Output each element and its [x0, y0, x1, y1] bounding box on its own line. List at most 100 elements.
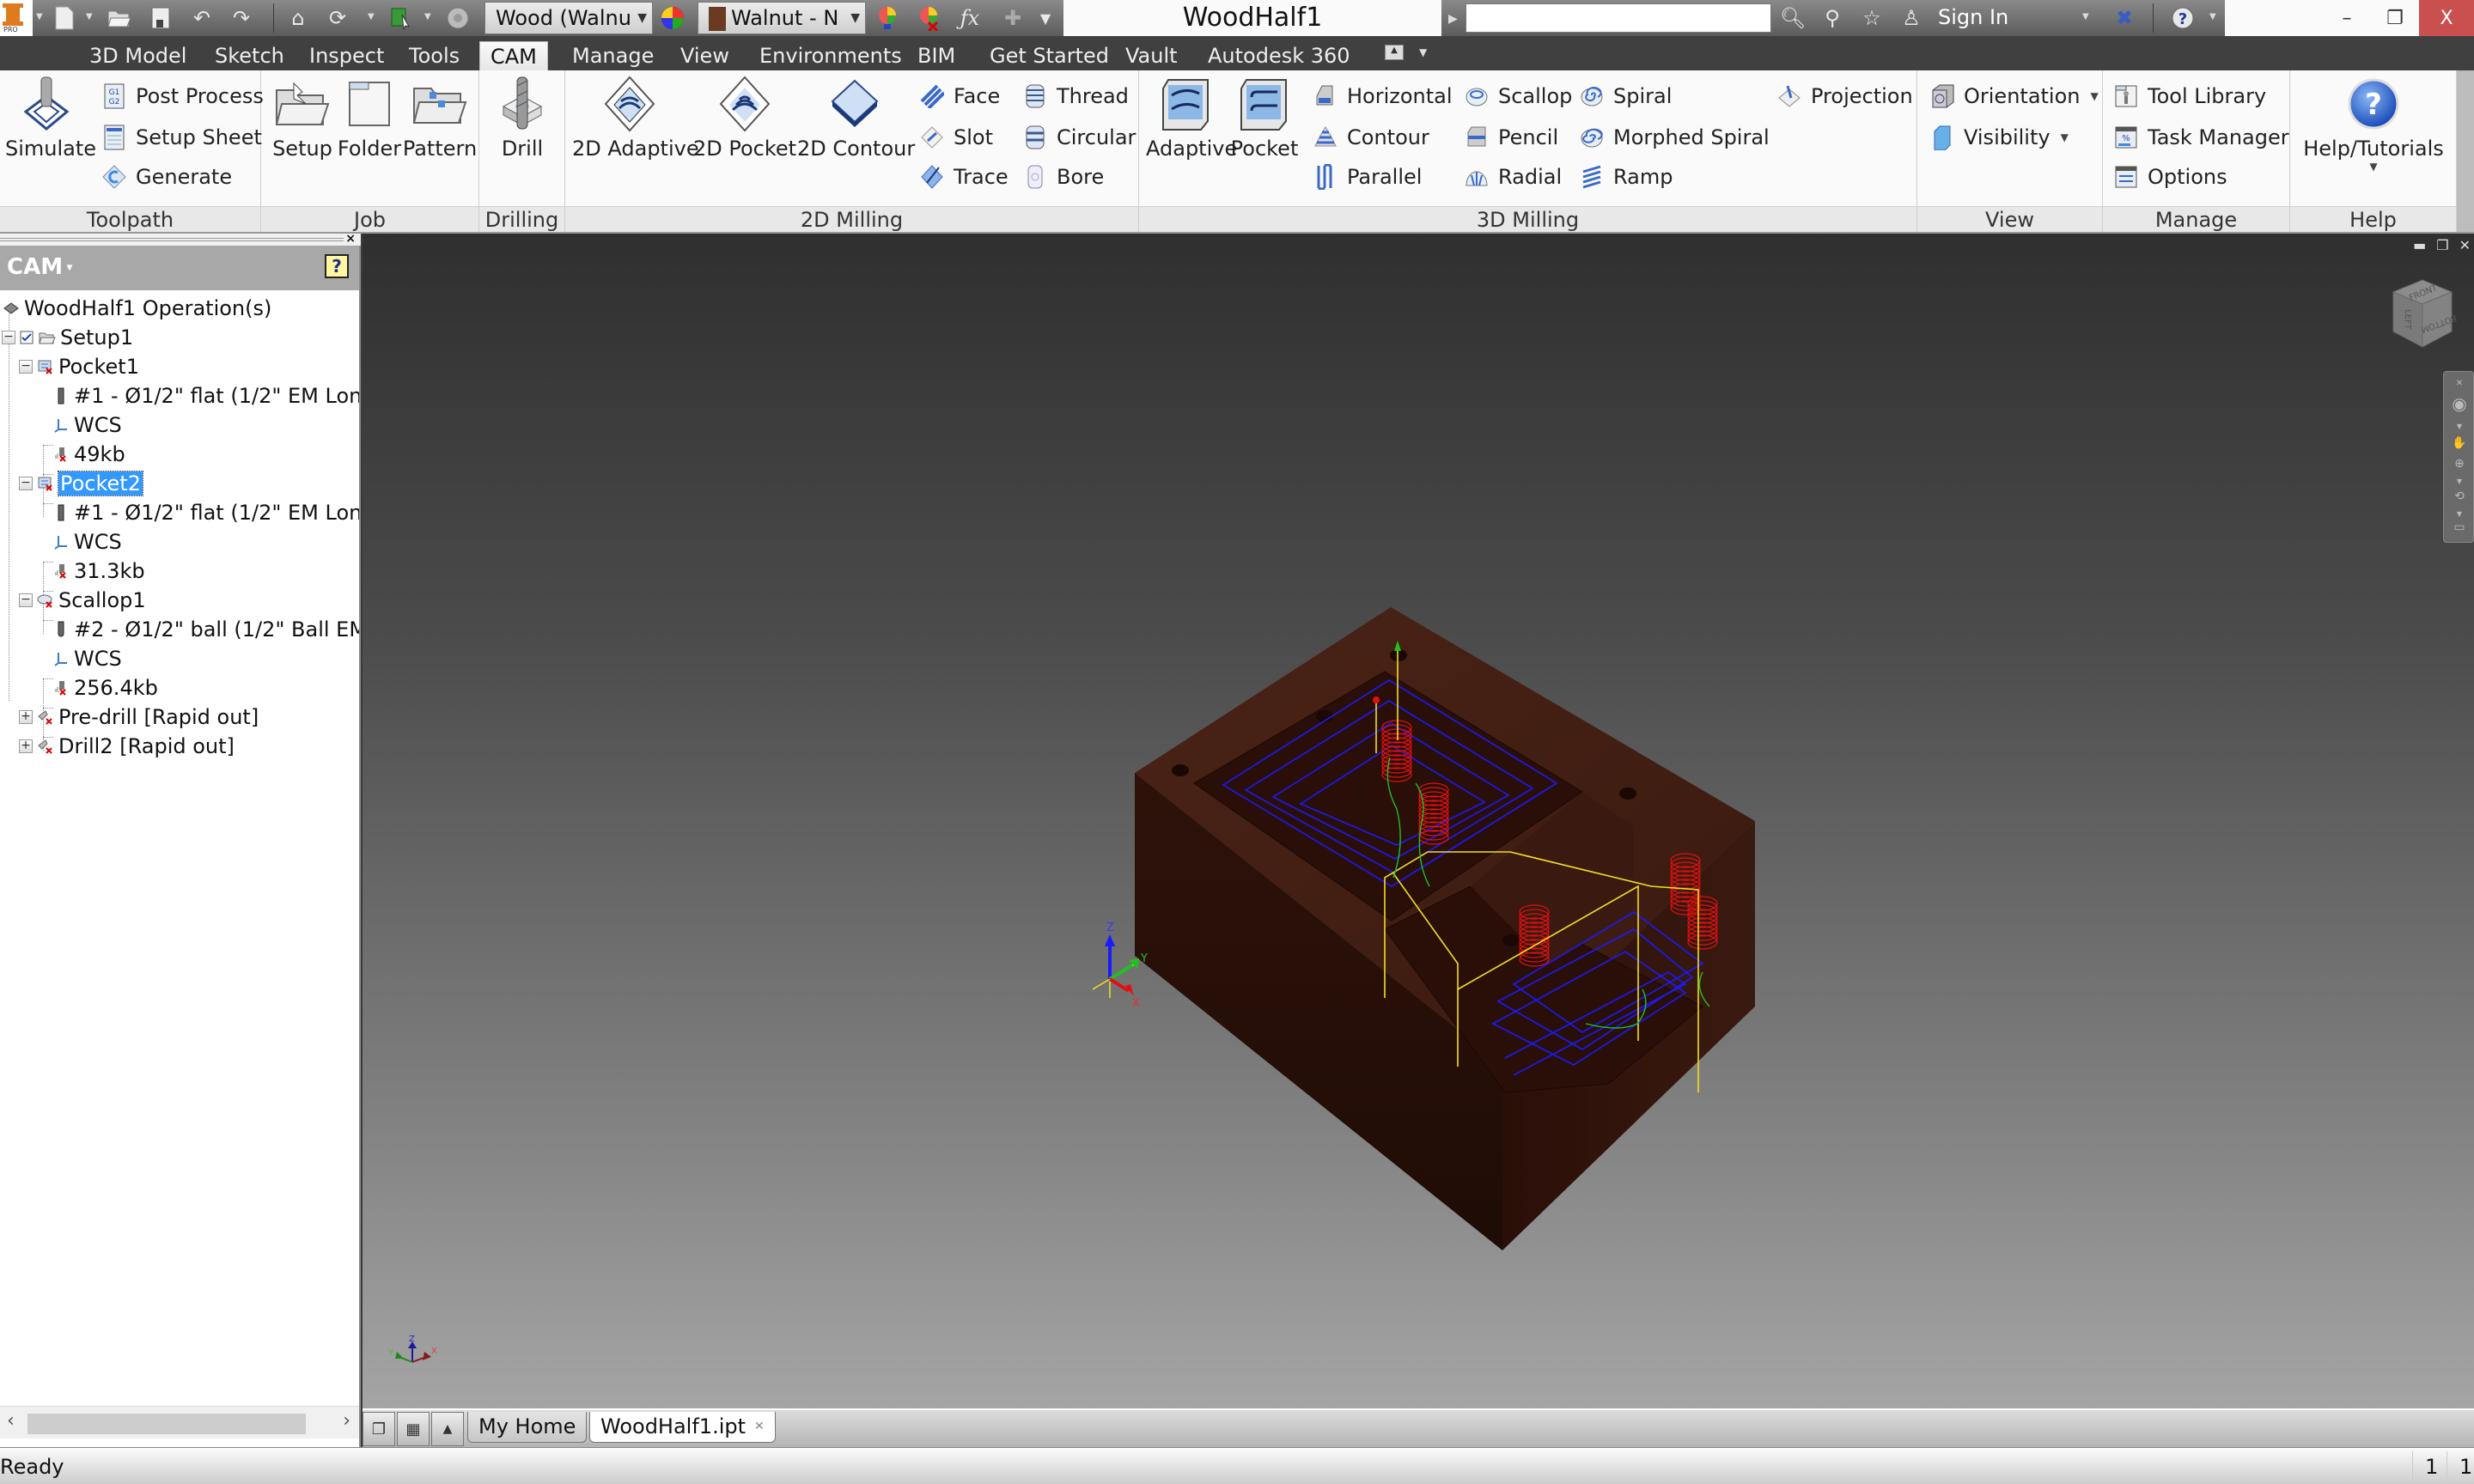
tree-node-wcs[interactable]: WCS [52, 644, 122, 673]
bore-button[interactable]: Bore [1021, 160, 1104, 194]
adaptive-button[interactable]: Adaptive [1146, 76, 1237, 161]
minimize-button[interactable]: – [2323, 0, 2371, 36]
2d-contour-button[interactable]: 2D Contour [797, 76, 915, 161]
tool-library-button[interactable]: Tool Library [2111, 79, 2266, 113]
appearance-select[interactable]: Walnut - N ▼ [698, 2, 866, 34]
wheel-dropdown-icon[interactable]: ▼ [2449, 417, 2470, 435]
simulate-button[interactable]: Simulate [5, 76, 96, 161]
tab-bim[interactable]: BIM [907, 41, 966, 70]
2d-pocket-button[interactable]: 2D Pocket [691, 76, 799, 161]
doc-tab-woodhalf1[interactable]: WoodHalf1.ipt ✕ [589, 1412, 776, 1443]
cascade-windows-icon[interactable]: ❐ [363, 1412, 395, 1446]
viewcube[interactable]: FRONT LEFT BOTTOM [2388, 277, 2458, 350]
favorites-icon[interactable]: ☆ [1857, 3, 1886, 33]
visibility-button[interactable]: Visibility ▼ [1928, 120, 2069, 155]
2d-adaptive-button[interactable]: 2D Adaptive [572, 76, 699, 161]
look-at-icon[interactable]: ▭ [2449, 518, 2470, 537]
projection-button[interactable]: Projection [1775, 79, 1913, 113]
browser-title-dropdown[interactable]: CAM ▾ [7, 254, 73, 280]
pocket-button[interactable]: Pocket [1227, 76, 1302, 161]
restore-button[interactable]: ❐ [2371, 0, 2419, 36]
tab-manage[interactable]: Manage [562, 41, 664, 70]
circular-button[interactable]: Circular [1021, 120, 1136, 155]
collapse-icon[interactable]: − [2, 331, 15, 344]
setup-button[interactable]: Setup [268, 76, 337, 161]
plus-icon[interactable]: ✚ [998, 3, 1027, 33]
drill-button[interactable]: Drill [486, 76, 558, 161]
undo-icon[interactable]: ↶ [187, 3, 216, 33]
tree-node-toolpath-data[interactable]: 31.3kb [52, 556, 145, 586]
navbar-close-icon[interactable]: ✕ [2449, 374, 2470, 392]
ribbon-options-dropdown-icon[interactable]: ▼ [1419, 46, 1427, 58]
thread-button[interactable]: Thread [1021, 79, 1129, 113]
select-dropdown-icon[interactable]: ▼ [424, 12, 431, 21]
doc-tab-my-home[interactable]: My Home [467, 1412, 588, 1443]
select-icon[interactable] [387, 3, 416, 33]
part-model-with-toolpaths[interactable]: Z Y X [363, 234, 2474, 1408]
tree-node-tool[interactable]: #1 - Ø1/2" flat (1/2" EM Long) [52, 498, 359, 527]
doc-tab-close-icon[interactable]: ✕ [754, 1420, 765, 1433]
contour-button[interactable]: Contour [1311, 120, 1429, 155]
expand-icon[interactable]: + [19, 739, 33, 753]
browser-close-icon[interactable]: × [345, 232, 356, 246]
browser-drag-handle[interactable] [0, 234, 361, 246]
parameters-icon[interactable]: ƒx [955, 3, 984, 33]
scrollbar-thumb[interactable] [27, 1414, 306, 1434]
search-icon[interactable]: 🔍︎ [1778, 3, 1807, 33]
viewport-minimize-icon[interactable]: ▬ [2413, 237, 2426, 253]
collapse-icon[interactable]: − [19, 477, 33, 490]
collapse-icon[interactable]: − [19, 360, 33, 374]
tree-node-toolpath-data[interactable]: 49kb [52, 440, 125, 469]
exchange-apps-icon[interactable]: ✖ [2110, 3, 2139, 33]
steering-wheel-icon[interactable]: ◉ [2449, 393, 2470, 414]
tree-node-toolpath-data[interactable]: 256.4kb [52, 673, 158, 702]
open-documents-menu-icon[interactable]: ▲ [431, 1412, 464, 1446]
tree-node-wcs[interactable]: WCS [52, 411, 122, 440]
user-icon[interactable]: ♙ [1897, 3, 1926, 33]
zoom-icon[interactable]: ⊕ [2449, 454, 2470, 473]
tile-windows-icon[interactable]: ▦ [397, 1412, 430, 1446]
search-input[interactable] [1466, 3, 1771, 33]
checkbox-checked-icon[interactable] [19, 328, 34, 347]
tree-node-setup1[interactable]: − Setup1 [2, 323, 133, 352]
tree-node-drill2[interactable]: + Drill2 [Rapid out] [19, 732, 235, 761]
post-process-button[interactable]: G1 G2 Post Process [100, 79, 264, 113]
tab-vault[interactable]: Vault [1115, 41, 1188, 70]
slot-button[interactable]: Slot [917, 120, 993, 155]
spiral-button[interactable]: Spiral [1577, 79, 1672, 113]
scallop-button[interactable]: Scallop [1462, 79, 1572, 113]
material-select[interactable]: Wood (Walnu ▼ [484, 2, 653, 34]
open-icon[interactable] [105, 3, 134, 33]
face-button[interactable]: Face [917, 79, 1000, 113]
adjust-icon[interactable] [873, 3, 902, 33]
sign-in-button[interactable]: Sign In [1938, 5, 2008, 29]
tab-sketch[interactable]: Sketch [204, 41, 295, 70]
viewport-restore-icon[interactable]: ❐ [2436, 237, 2448, 253]
tab-cam[interactable]: CAM [479, 41, 548, 70]
tab-view[interactable]: View [670, 41, 740, 70]
tree-node-pre-drill[interactable]: + Pre-drill [Rapid out] [19, 702, 259, 732]
task-manager-button[interactable]: % Task Manager [2111, 120, 2289, 155]
pattern-button[interactable]: Pattern [402, 76, 478, 161]
update-dropdown-icon[interactable]: ▼ [368, 12, 375, 21]
expand-icon[interactable]: + [19, 710, 33, 724]
save-icon[interactable] [146, 3, 175, 33]
ramp-button[interactable]: Ramp [1577, 160, 1673, 194]
morphed-spiral-button[interactable]: Morphed Spiral [1577, 120, 1770, 155]
tab-get-started[interactable]: Get Started [979, 41, 1119, 70]
scroll-left-icon[interactable]: ‹ [7, 1410, 15, 1432]
graphics-viewport[interactable]: Z Y X ▬ ❐ ✕ FRONT LEFT BOTTOM ✕ ◉ ▼ ✋ ⊕ … [363, 234, 2474, 1408]
subscription-icon[interactable]: ⚲ [1818, 3, 1847, 33]
expand-search-icon[interactable]: ▶ [1448, 12, 1458, 26]
color-wheel-icon[interactable] [658, 3, 687, 33]
tab-tools[interactable]: Tools [399, 41, 470, 70]
help-dropdown-icon[interactable]: ▼ [2209, 12, 2216, 21]
orbit-icon[interactable]: ⟲ [2449, 487, 2470, 506]
pan-icon[interactable]: ✋ [2449, 434, 2470, 453]
tab-3d-model[interactable]: 3D Model [79, 41, 197, 70]
radial-button[interactable]: Radial [1462, 160, 1562, 194]
viewport-close-icon[interactable]: ✕ [2459, 237, 2471, 253]
customize-icon[interactable]: ▼ [1031, 3, 1060, 33]
ribbon-minimize-icon[interactable]: ▲ [1385, 45, 1404, 60]
tree-node-scallop1[interactable]: − Scallop1 [19, 586, 146, 615]
